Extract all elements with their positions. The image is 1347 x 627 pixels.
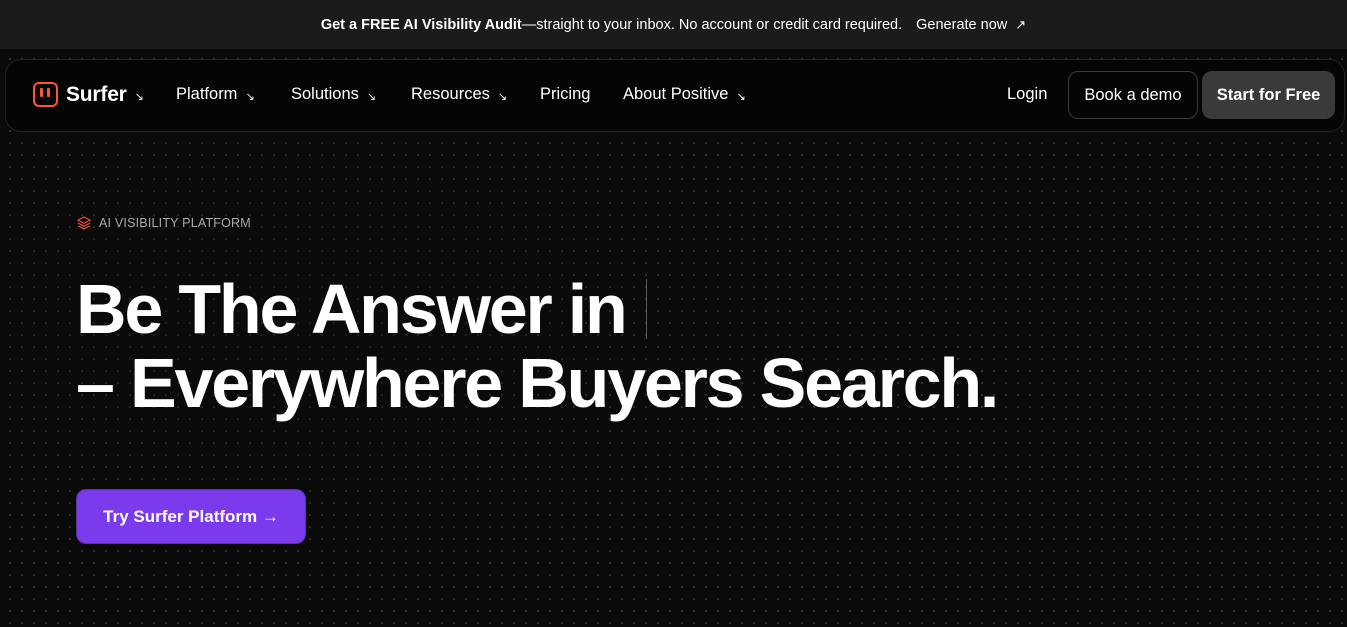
chevron-down-icon: ↘ xyxy=(134,91,144,103)
nav-item-platform[interactable]: Platform ↘ xyxy=(176,85,255,104)
chevron-down-icon: ↘ xyxy=(736,91,746,103)
headline-line-2: – Everywhere Buyers Search. xyxy=(76,344,999,422)
announcement-text: —straight to your inbox. No account or c… xyxy=(521,16,903,33)
hero-headline: Be The Answer in – Everywhere Buyers Sea… xyxy=(76,272,999,422)
nav-item-label: Pricing xyxy=(540,85,591,103)
typing-cursor xyxy=(645,279,648,339)
announcement-bold: Get a FREE AI Visibility Audit xyxy=(320,16,522,33)
surfer-logo[interactable]: Surfer ↘ xyxy=(33,82,144,107)
surfer-logo-icon xyxy=(33,82,58,107)
nav-item-pricing[interactable]: Pricing xyxy=(540,85,590,104)
start-for-free-button[interactable]: Start for Free xyxy=(1202,71,1335,119)
arrow-up-right-icon: ↗ xyxy=(1015,16,1027,32)
chevron-down-icon: ↘ xyxy=(366,91,377,103)
logo-text: Surfer xyxy=(66,82,127,106)
generate-now-link[interactable]: Generate now ↗ xyxy=(916,17,1026,33)
nav-item-solutions[interactable]: Solutions ↘ xyxy=(291,85,376,104)
chevron-down-icon: ↘ xyxy=(497,91,508,103)
eyebrow-text: AI VISIBILITY PLATFORM xyxy=(99,216,251,230)
headline-line-1: Be The Answer in xyxy=(76,272,997,346)
layers-icon xyxy=(77,216,91,230)
nav-item-resources[interactable]: Resources ↘ xyxy=(411,85,507,104)
nav-item-label: Platform xyxy=(176,85,238,103)
try-surfer-platform-button[interactable]: Try Surfer Platform → xyxy=(77,490,305,543)
login-link[interactable]: Login xyxy=(1007,85,1047,104)
main-navbar: Surfer ↘ Platform ↘ Solutions ↘ Resource… xyxy=(5,59,1345,132)
nav-item-label: Resources xyxy=(411,85,490,103)
nav-item-label: About Positive xyxy=(623,85,729,103)
generate-now-label: Generate now xyxy=(916,16,1008,33)
book-demo-button[interactable]: Book a demo xyxy=(1068,71,1198,119)
headline-line-1-text: Be The Answer in xyxy=(76,270,628,348)
hero-eyebrow: AI VISIBILITY PLATFORM xyxy=(77,216,251,230)
announcement-bar: Get a FREE AI Visibility Audit —straight… xyxy=(0,0,1347,49)
nav-item-about-positive[interactable]: About Positive ↘ xyxy=(623,85,746,104)
nav-item-label: Solutions xyxy=(291,85,359,103)
chevron-down-icon: ↘ xyxy=(245,91,255,103)
